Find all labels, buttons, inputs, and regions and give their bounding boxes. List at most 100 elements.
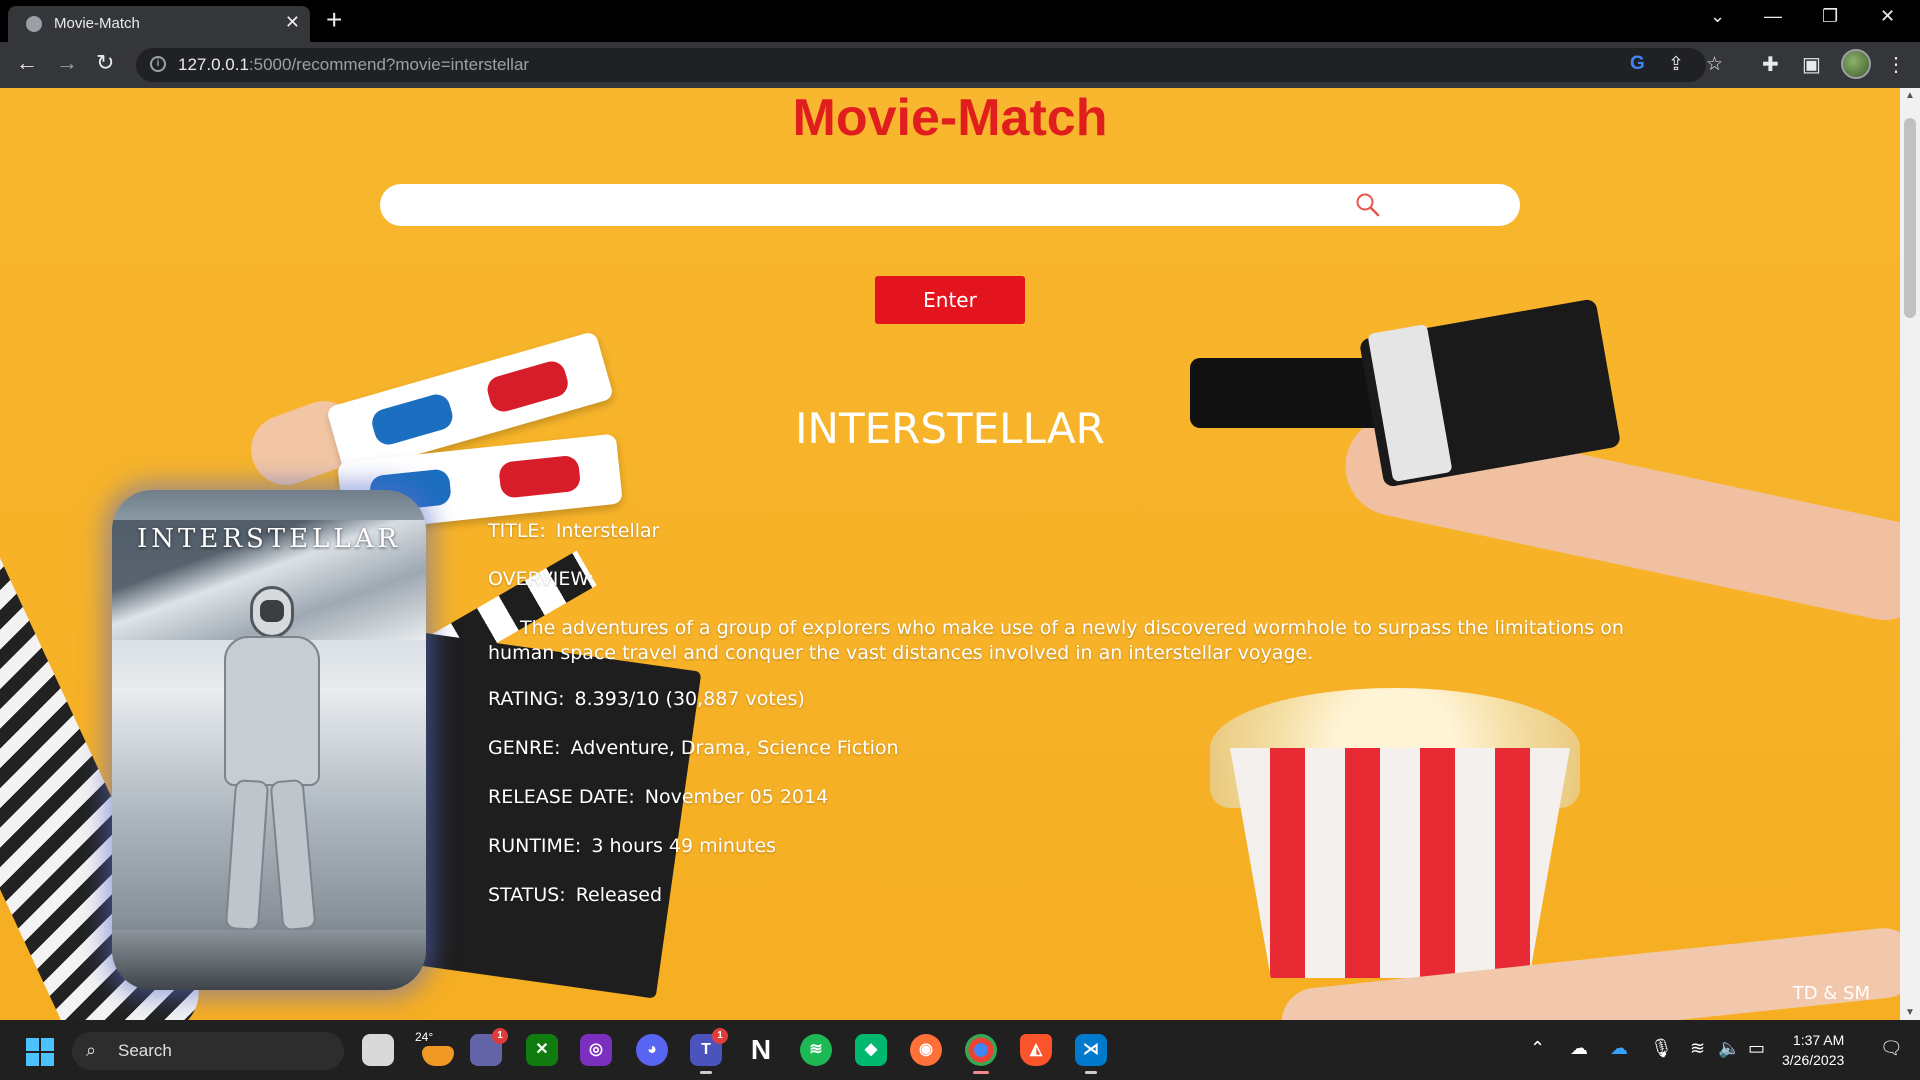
astronaut-leg xyxy=(224,778,270,932)
scroll-down-icon[interactable]: ▼ xyxy=(1905,1007,1915,1018)
detail-release-date: RELEASE DATE: November 05 2014 xyxy=(488,786,828,808)
enter-button[interactable]: Enter xyxy=(875,276,1025,324)
movie-poster: INTERSTELLAR xyxy=(112,490,426,990)
detail-runtime: RUNTIME: 3 hours 49 minutes xyxy=(488,835,776,857)
detail-label: TITLE: xyxy=(488,520,546,542)
detail-value: 3 hours 49 minutes xyxy=(591,835,777,857)
reload-icon[interactable]: ↻ xyxy=(96,50,114,76)
mic-muted-icon[interactable]: 🎙 xyxy=(1650,1038,1673,1059)
spotify-icon[interactable]: ≋ xyxy=(800,1034,832,1066)
clock-time: 1:37 AM xyxy=(1792,1032,1845,1048)
site-title: Movie-Match xyxy=(792,89,1108,147)
chrome-icon[interactable] xyxy=(965,1034,997,1074)
address-bar[interactable]: i 127.0.0.1:5000/recommend?movie=interst… xyxy=(136,48,1723,82)
detail-label: GENRE: xyxy=(488,737,561,759)
browser-tab-bar: Movie-Match ✕ + ⌄ — ❐ ✕ xyxy=(0,0,1920,42)
detail-value: Adventure, Drama, Science Fiction xyxy=(570,737,899,759)
bookmark-star-icon[interactable]: ☆ xyxy=(1706,53,1723,76)
wifi-icon[interactable]: ≋ xyxy=(1690,1038,1705,1059)
firefox-icon[interactable]: ◉ xyxy=(910,1034,942,1066)
window-close-button[interactable]: ✕ xyxy=(1880,6,1895,27)
detail-label: RELEASE DATE: xyxy=(488,786,635,808)
discord-icon[interactable]: ◕ xyxy=(636,1034,668,1066)
windows-taskbar: ⌕ Search 24° 1 ✕ ◎ ◕ T 1 N ≋ ◆ ◉ ◭ ⋊ ⌃ ☁… xyxy=(0,1020,1920,1080)
detail-rating: RATING: 8.393/10 (30,887 votes) xyxy=(488,688,805,710)
poster-title: INTERSTELLAR xyxy=(137,524,401,554)
start-button[interactable] xyxy=(26,1038,54,1066)
movie-heading: INTERSTELLAR xyxy=(795,404,1105,453)
app-icon[interactable]: ◆ xyxy=(855,1034,887,1066)
taskbar-search-label: Search xyxy=(118,1041,172,1060)
url-text[interactable]: 127.0.0.1:5000/recommend?movie=interstel… xyxy=(178,55,529,75)
notification-badge: 1 xyxy=(712,1028,728,1044)
back-icon[interactable]: ← xyxy=(16,50,38,76)
chevron-up-icon[interactable]: ⌃ xyxy=(1530,1038,1545,1059)
footer-credit: TD & SM xyxy=(1792,983,1870,1004)
forward-icon[interactable]: → xyxy=(56,50,78,76)
onedrive-icon[interactable]: ☁ xyxy=(1610,1038,1628,1059)
tab-title: Movie-Match xyxy=(54,15,140,32)
app-icon[interactable]: ◎ xyxy=(580,1034,612,1066)
minimize-button[interactable]: — xyxy=(1764,6,1782,27)
notification-badge: 1 xyxy=(492,1028,508,1044)
clock-date: 3/26/2023 xyxy=(1782,1052,1845,1068)
tab-close-icon[interactable]: ✕ xyxy=(285,12,300,33)
page-scrollbar[interactable]: ▲ ▼ xyxy=(1900,88,1920,1020)
detail-label: OVERVIEW: xyxy=(488,568,595,590)
running-indicator xyxy=(973,1071,989,1074)
astronaut-visor xyxy=(260,600,284,622)
detail-label: RUNTIME: xyxy=(488,835,582,857)
teams-chat-icon[interactable]: 1 xyxy=(470,1028,508,1066)
taskbar-search[interactable]: ⌕ Search xyxy=(72,1032,344,1070)
running-indicator xyxy=(1085,1071,1097,1074)
detail-value: Interstellar xyxy=(555,520,660,542)
weather-icon xyxy=(422,1046,454,1066)
astronaut-leg xyxy=(269,778,317,932)
detail-value: 8.393/10 (30,887 votes) xyxy=(574,688,805,710)
new-tab-button[interactable]: + xyxy=(326,4,342,36)
detail-label: RATING: xyxy=(488,688,565,710)
detail-status: STATUS: Released xyxy=(488,884,662,906)
xbox-icon[interactable]: ✕ xyxy=(526,1034,558,1066)
clock[interactable]: 1:37 AM 3/26/2023 xyxy=(1782,1030,1844,1070)
browser-tab[interactable]: Movie-Match ✕ xyxy=(8,6,310,42)
poster-ground xyxy=(112,930,426,990)
notion-icon[interactable]: N xyxy=(745,1034,777,1066)
detail-title: TITLE: Interstellar xyxy=(488,520,659,542)
search-icon: ⌕ xyxy=(86,1040,97,1060)
share-icon[interactable]: ⇪ xyxy=(1668,53,1684,76)
weather-temp: 24° xyxy=(415,1030,434,1044)
detail-overview-label: OVERVIEW: xyxy=(488,568,594,590)
tab-search-icon[interactable]: ⌄ xyxy=(1710,6,1725,27)
menu-icon[interactable]: ⋮ xyxy=(1886,52,1906,77)
weather-widget[interactable]: 24° xyxy=(415,1030,433,1044)
browser-toolbar: ← → ↻ i 127.0.0.1:5000/recommend?movie=i… xyxy=(0,42,1920,88)
google-icon[interactable]: G xyxy=(1630,53,1645,75)
volume-icon[interactable]: 🔈 xyxy=(1718,1038,1740,1059)
astronaut-suit xyxy=(224,636,320,786)
scroll-up-icon[interactable]: ▲ xyxy=(1905,90,1915,101)
task-view-icon[interactable] xyxy=(362,1034,394,1066)
detail-value: November 05 2014 xyxy=(644,786,829,808)
scrollbar-thumb[interactable] xyxy=(1904,118,1916,318)
teams-icon[interactable]: T 1 xyxy=(690,1028,728,1074)
cloud-icon[interactable]: ☁ xyxy=(1570,1038,1588,1059)
profile-avatar[interactable] xyxy=(1841,49,1871,79)
detail-genre: GENRE: Adventure, Drama, Science Fiction xyxy=(488,737,899,759)
detail-overview-text: The adventures of a group of explorers w… xyxy=(488,617,1624,664)
site-info-icon[interactable]: i xyxy=(150,56,166,72)
page-viewport: Movie-Match Enter INTERSTELLAR INTERSTEL… xyxy=(0,88,1900,1020)
detail-value: Released xyxy=(575,884,663,906)
side-panel-icon[interactable]: ▣ xyxy=(1802,52,1821,77)
movie-search-input[interactable] xyxy=(380,184,1520,226)
search-icon[interactable] xyxy=(1355,192,1381,218)
popcorn-bucket xyxy=(1230,748,1570,978)
running-indicator xyxy=(700,1071,712,1074)
battery-icon[interactable]: ▭ xyxy=(1748,1038,1765,1059)
notifications-icon[interactable]: 🗨 xyxy=(1880,1038,1903,1059)
brave-icon[interactable]: ◭ xyxy=(1020,1034,1052,1066)
restore-button[interactable]: ❐ xyxy=(1822,6,1838,27)
vscode-icon[interactable]: ⋊ xyxy=(1075,1034,1107,1074)
globe-icon xyxy=(26,16,42,32)
extensions-icon[interactable]: ✚ xyxy=(1762,52,1779,77)
